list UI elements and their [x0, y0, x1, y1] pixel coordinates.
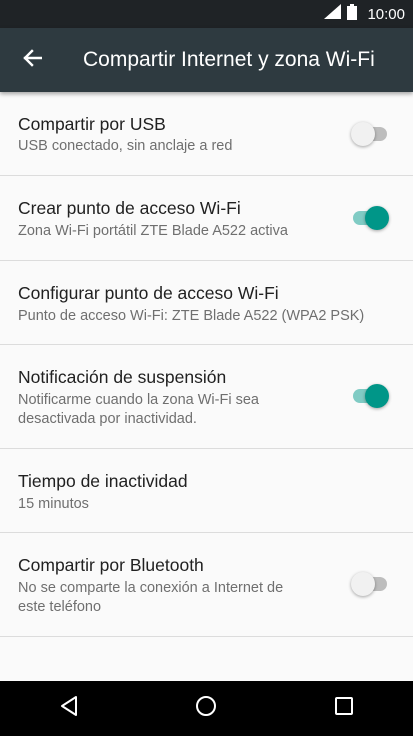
navigation-bar [0, 681, 413, 736]
signal-icon [324, 4, 342, 24]
nav-back-button[interactable] [39, 684, 99, 734]
setting-subtitle: 15 minutos [18, 496, 89, 512]
back-button[interactable] [12, 40, 52, 80]
setting-title: Tiempo de inactividad [18, 471, 188, 491]
setting-subtitle: Zona Wi-Fi portátil ZTE Blade A522 activ… [18, 223, 288, 239]
arrow-back-icon [22, 48, 43, 72]
battery-icon [347, 3, 358, 25]
setting-title: Notificación de suspensión [18, 367, 227, 387]
setting-sleep-notification[interactable]: Notificación de suspensión Notificarme c… [0, 345, 413, 449]
recents-square-icon [334, 696, 354, 721]
setting-title: Compartir por Bluetooth [18, 555, 204, 575]
page-title: Compartir Internet y zona Wi-Fi [83, 48, 375, 71]
sleep-notification-toggle[interactable] [351, 384, 389, 408]
settings-list: Compartir por USB USB conectado, sin anc… [0, 92, 413, 637]
setting-subtitle: Notificarme cuando la zona Wi-Fi sea des… [18, 391, 259, 429]
setting-title: Crear punto de acceso Wi-Fi [18, 198, 241, 218]
wifi-hotspot-toggle[interactable] [351, 206, 389, 230]
app-bar: Compartir Internet y zona Wi-Fi [0, 28, 413, 92]
usb-tethering-toggle[interactable] [351, 122, 389, 146]
setting-subtitle: No se comparte la conexión a Internet de… [18, 579, 283, 617]
nav-recents-button[interactable] [314, 684, 374, 734]
subtitle-line: Notificarme cuando la zona Wi-Fi sea [18, 392, 259, 408]
setting-title: Compartir por USB [18, 114, 166, 134]
setting-bluetooth-tethering[interactable]: Compartir por Bluetooth No se comparte l… [0, 533, 413, 637]
subtitle-line: No se comparte la conexión a Internet de [18, 580, 284, 596]
status-time: 10:00 [367, 5, 405, 23]
subtitle-line: este teléfono [18, 599, 102, 615]
setting-title: Configurar punto de acceso Wi-Fi [18, 283, 279, 303]
setting-subtitle: USB conectado, sin anclaje a red [18, 138, 233, 154]
setting-inactivity-time[interactable]: Tiempo de inactividad 15 minutos [0, 449, 413, 533]
subtitle-line: desactivada por inactividad. [18, 411, 197, 427]
status-bar: 10:00 [0, 0, 413, 28]
setting-subtitle: Punto de acceso Wi-Fi: ZTE Blade A522 (W… [18, 308, 365, 324]
bluetooth-tethering-toggle[interactable] [351, 572, 389, 596]
nav-home-button[interactable] [176, 684, 236, 734]
setting-configure-hotspot[interactable]: Configurar punto de acceso Wi-Fi Punto d… [0, 261, 413, 345]
home-circle-icon [195, 695, 217, 722]
back-triangle-icon [59, 695, 79, 722]
setting-usb-tethering[interactable]: Compartir por USB USB conectado, sin anc… [0, 92, 413, 176]
setting-wifi-hotspot[interactable]: Crear punto de acceso Wi-Fi Zona Wi-Fi p… [0, 176, 413, 261]
